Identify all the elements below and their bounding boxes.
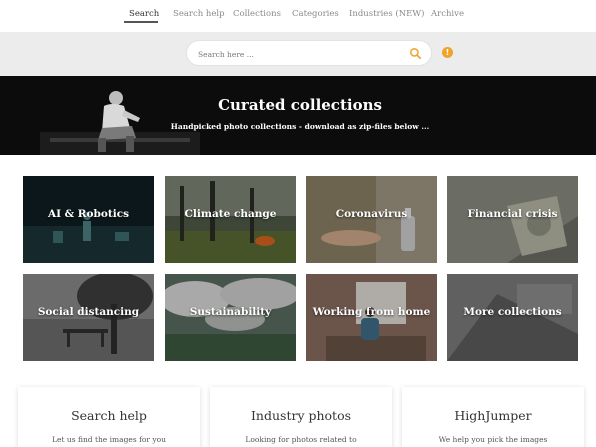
- card-title: HighJumper: [454, 408, 532, 423]
- active-tab-indicator: [124, 21, 158, 23]
- collection-tile-coronavirus[interactable]: Coronavirus: [306, 176, 437, 263]
- card-industry-photos[interactable]: Industry photos Looking for photos relat…: [210, 387, 392, 447]
- card-text: Looking for photos related to: [245, 435, 357, 444]
- hero-banner: Curated collections Handpicked photo col…: [0, 76, 596, 155]
- nav-item-search-help[interactable]: Search help: [173, 9, 225, 19]
- search-icon[interactable]: [409, 47, 422, 60]
- collection-tile-working-from-home[interactable]: Working from home: [306, 274, 437, 361]
- collection-label: Financial crisis: [467, 208, 558, 220]
- card-title: Industry photos: [250, 408, 352, 423]
- collection-tile-financial-crisis[interactable]: Financial crisis: [447, 176, 578, 263]
- collection-tile-climate-change[interactable]: Climate change: [165, 176, 296, 263]
- hero-photo-man-with-phone: [40, 76, 200, 155]
- hero-title: Curated collections: [218, 96, 382, 114]
- info-icon[interactable]: !: [442, 47, 453, 58]
- card-search-help[interactable]: Search help Let us find the images for y…: [18, 387, 200, 447]
- collection-label: Working from home: [312, 306, 431, 318]
- collection-tile-ai-robotics[interactable]: AI & Robotics: [23, 176, 154, 263]
- nav-item-archive[interactable]: Archive: [431, 9, 464, 19]
- nav-item-categories[interactable]: Categories: [292, 9, 339, 19]
- search-input[interactable]: [198, 47, 398, 61]
- collection-label: Social distancing: [37, 306, 140, 318]
- search-box: [186, 40, 432, 66]
- top-navigation: Search Search help Collections Categorie…: [0, 0, 596, 32]
- card-title: Search help: [71, 408, 147, 423]
- search-bar-area: !: [0, 32, 596, 76]
- collection-label: AI & Robotics: [47, 208, 130, 220]
- nav-item-collections[interactable]: Collections: [233, 9, 281, 19]
- collection-tile-social-distancing[interactable]: Social distancing: [23, 274, 154, 361]
- collection-label: Climate change: [184, 208, 277, 220]
- card-highjumper[interactable]: HighJumper We help you pick the images: [402, 387, 584, 447]
- nav-item-search[interactable]: Search: [129, 9, 159, 19]
- collection-tile-more-collections[interactable]: More collections: [447, 274, 578, 361]
- card-text: Let us find the images for you: [52, 435, 166, 444]
- nav-item-industries[interactable]: Industries (NEW): [349, 9, 424, 19]
- collection-label: Sustainability: [189, 306, 272, 318]
- collection-label: More collections: [463, 306, 562, 318]
- collection-tile-sustainability[interactable]: Sustainability: [165, 274, 296, 361]
- hero-subtitle: Handpicked photo collections - download …: [170, 122, 430, 131]
- collection-label: Coronavirus: [335, 208, 408, 220]
- card-text: We help you pick the images: [438, 435, 548, 444]
